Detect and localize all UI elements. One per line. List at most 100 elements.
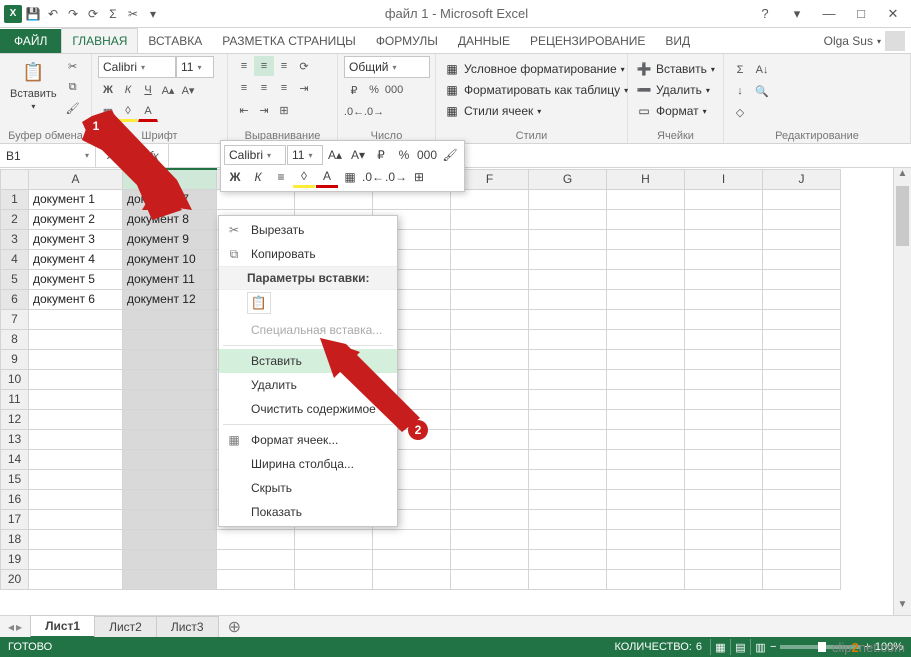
user-area[interactable]: Olga Sus ▾ bbox=[824, 31, 905, 51]
cell-I10[interactable] bbox=[685, 369, 763, 389]
cell-H3[interactable] bbox=[607, 229, 685, 249]
decrease-indent-icon[interactable]: ⇤ bbox=[234, 100, 254, 120]
cell-A12[interactable] bbox=[29, 409, 123, 429]
tab-insert[interactable]: ВСТАВКА bbox=[138, 29, 212, 53]
align-right-icon[interactable]: ≡ bbox=[274, 78, 294, 98]
mini-font-color-icon[interactable]: A bbox=[316, 166, 338, 188]
row-header-13[interactable]: 13 bbox=[1, 429, 29, 449]
add-sheet-button[interactable]: ⊕ bbox=[218, 617, 251, 637]
cell-J2[interactable] bbox=[763, 209, 841, 229]
copy-icon[interactable]: ⧉ bbox=[63, 77, 83, 97]
tab-data[interactable]: ДАННЫЕ bbox=[448, 29, 520, 53]
cell-C20[interactable] bbox=[217, 569, 295, 589]
cell-A6[interactable]: документ 6 bbox=[29, 289, 123, 309]
italic-button[interactable]: К bbox=[118, 80, 138, 100]
cell-B18[interactable] bbox=[123, 529, 217, 549]
column-header-I[interactable]: I bbox=[685, 169, 763, 189]
cell-F8[interactable] bbox=[451, 329, 529, 349]
cell-B3[interactable]: документ 9 bbox=[123, 229, 217, 249]
cell-I5[interactable] bbox=[685, 269, 763, 289]
cell-A7[interactable] bbox=[29, 309, 123, 329]
mini-bold-button[interactable]: Ж bbox=[224, 166, 246, 188]
cell-I7[interactable] bbox=[685, 309, 763, 329]
cell-G20[interactable] bbox=[529, 569, 607, 589]
cell-H8[interactable] bbox=[607, 329, 685, 349]
cell-H2[interactable] bbox=[607, 209, 685, 229]
row-header-11[interactable]: 11 bbox=[1, 389, 29, 409]
cell-H6[interactable] bbox=[607, 289, 685, 309]
zoom-out-icon[interactable]: − bbox=[770, 641, 776, 653]
row-header-15[interactable]: 15 bbox=[1, 469, 29, 489]
cell-A20[interactable] bbox=[29, 569, 123, 589]
tab-page-layout[interactable]: РАЗМЕТКА СТРАНИЦЫ bbox=[212, 29, 366, 53]
cell-B19[interactable] bbox=[123, 549, 217, 569]
scissors-icon[interactable]: ✂ bbox=[124, 5, 142, 23]
cell-F16[interactable] bbox=[451, 489, 529, 509]
wrap-text-icon[interactable]: ⇥ bbox=[294, 78, 314, 98]
mini-shrink-font-icon[interactable]: A▾ bbox=[347, 144, 369, 166]
view-page-layout-icon[interactable]: ▤ bbox=[730, 639, 750, 655]
underline-button[interactable]: Ч bbox=[138, 80, 158, 100]
mini-border-icon[interactable]: ▦ bbox=[339, 166, 361, 188]
delete-cells-button[interactable]: ➖Удалить▾ bbox=[634, 81, 712, 99]
align-center-icon[interactable]: ≡ bbox=[254, 78, 274, 98]
cell-H9[interactable] bbox=[607, 349, 685, 369]
cell-F15[interactable] bbox=[451, 469, 529, 489]
cell-I11[interactable] bbox=[685, 389, 763, 409]
cell-I20[interactable] bbox=[685, 569, 763, 589]
percent-icon[interactable]: % bbox=[364, 80, 384, 100]
redo-icon[interactable]: ↷ bbox=[64, 5, 82, 23]
mini-merge-icon[interactable]: ⊞ bbox=[408, 166, 430, 188]
cell-F1[interactable] bbox=[451, 189, 529, 209]
mini-italic-button[interactable]: К bbox=[247, 166, 269, 188]
cell-F10[interactable] bbox=[451, 369, 529, 389]
font-name-combo[interactable]: Calibri▾ bbox=[98, 56, 176, 78]
cell-J7[interactable] bbox=[763, 309, 841, 329]
row-header-5[interactable]: 5 bbox=[1, 269, 29, 289]
cell-J9[interactable] bbox=[763, 349, 841, 369]
row-header-14[interactable]: 14 bbox=[1, 449, 29, 469]
sheet-tab-2[interactable]: Лист2 bbox=[94, 616, 157, 637]
ribbon-options-icon[interactable]: ▾ bbox=[783, 4, 811, 24]
cell-J8[interactable] bbox=[763, 329, 841, 349]
cell-B17[interactable] bbox=[123, 509, 217, 529]
cell-G9[interactable] bbox=[529, 349, 607, 369]
cell-A17[interactable] bbox=[29, 509, 123, 529]
cell-E20[interactable] bbox=[373, 569, 451, 589]
row-header-20[interactable]: 20 bbox=[1, 569, 29, 589]
cell-G3[interactable] bbox=[529, 229, 607, 249]
view-normal-icon[interactable]: ▦ bbox=[710, 639, 730, 655]
clear-button[interactable]: ◇ bbox=[730, 102, 750, 122]
cell-H4[interactable] bbox=[607, 249, 685, 269]
cell-J19[interactable] bbox=[763, 549, 841, 569]
sheet-tab-3[interactable]: Лист3 bbox=[156, 616, 219, 637]
row-header-17[interactable]: 17 bbox=[1, 509, 29, 529]
cell-B12[interactable] bbox=[123, 409, 217, 429]
cell-E18[interactable] bbox=[373, 529, 451, 549]
mini-format-painter-icon[interactable]: 🖌 bbox=[439, 144, 461, 166]
increase-decimal-icon[interactable]: .0← bbox=[344, 102, 364, 122]
cell-I17[interactable] bbox=[685, 509, 763, 529]
align-bottom-icon[interactable]: ≡ bbox=[274, 56, 294, 76]
tab-file[interactable]: ФАЙЛ bbox=[0, 29, 61, 53]
cell-I9[interactable] bbox=[685, 349, 763, 369]
minimize-icon[interactable]: — bbox=[815, 4, 843, 24]
mini-currency-icon[interactable]: ₽ bbox=[370, 144, 392, 166]
cell-B5[interactable]: документ 11 bbox=[123, 269, 217, 289]
autosum-icon[interactable]: Σ bbox=[104, 5, 122, 23]
cell-A8[interactable] bbox=[29, 329, 123, 349]
cell-I8[interactable] bbox=[685, 329, 763, 349]
cell-F20[interactable] bbox=[451, 569, 529, 589]
cell-J6[interactable] bbox=[763, 289, 841, 309]
cell-J18[interactable] bbox=[763, 529, 841, 549]
cell-A19[interactable] bbox=[29, 549, 123, 569]
cell-J1[interactable] bbox=[763, 189, 841, 209]
cell-F9[interactable] bbox=[451, 349, 529, 369]
help-icon[interactable]: ? bbox=[751, 4, 779, 24]
mini-comma-icon[interactable]: 000 bbox=[416, 144, 438, 166]
cell-B4[interactable]: документ 10 bbox=[123, 249, 217, 269]
cell-C19[interactable] bbox=[217, 549, 295, 569]
currency-icon[interactable]: ₽ bbox=[344, 80, 364, 100]
cell-I3[interactable] bbox=[685, 229, 763, 249]
cell-B10[interactable] bbox=[123, 369, 217, 389]
